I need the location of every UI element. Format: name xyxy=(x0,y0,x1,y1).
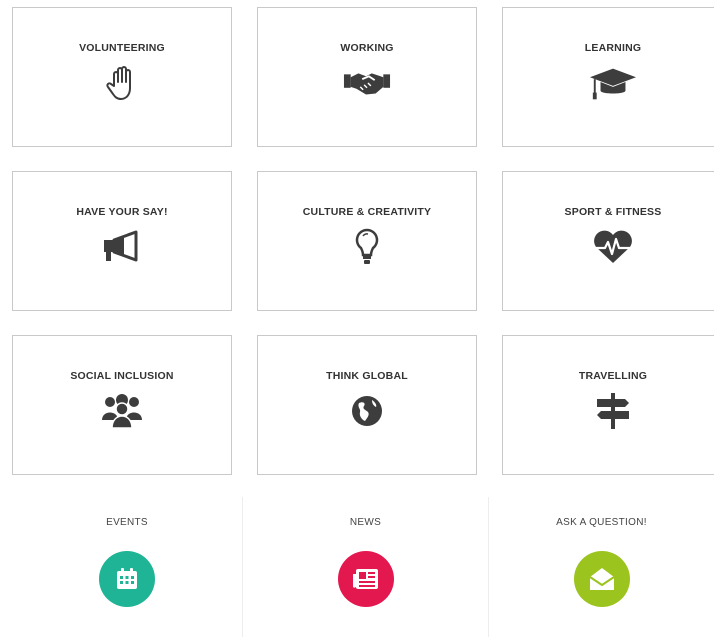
envelope-icon xyxy=(588,568,615,590)
tile-working[interactable]: WORKING xyxy=(257,7,477,147)
tile-learning[interactable]: LEARNING xyxy=(502,7,714,147)
lightbulb-icon xyxy=(343,227,391,267)
signpost-icon xyxy=(589,391,637,431)
tile-label: TRAVELLING xyxy=(578,370,648,382)
events-circle xyxy=(99,551,155,607)
news-circle xyxy=(337,551,394,607)
group-icon xyxy=(98,391,146,431)
tile-think-global[interactable]: THINK GLOBAL xyxy=(257,335,477,475)
events-label: EVENTS xyxy=(106,517,148,528)
tile-label: SPORT & FITNESS xyxy=(564,206,662,218)
newspaper-icon xyxy=(352,569,378,589)
tile-label: LEARNING xyxy=(584,42,642,54)
tile-label: HAVE YOUR SAY! xyxy=(76,206,168,218)
news-label: NEWS xyxy=(349,517,382,528)
tile-sport-fitness[interactable]: SPORT & FITNESS xyxy=(502,171,714,311)
news-link[interactable]: NEWS xyxy=(243,495,488,637)
tile-label: VOLUNTEERING xyxy=(79,42,165,54)
tile-travelling[interactable]: TRAVELLING xyxy=(502,335,714,475)
tile-have-your-say[interactable]: HAVE YOUR SAY! xyxy=(12,171,232,311)
megaphone-icon xyxy=(98,227,146,267)
tile-volunteering[interactable]: VOLUNTEERING xyxy=(12,7,232,147)
tile-culture-creativity[interactable]: CULTURE & CREATIVITY xyxy=(257,171,477,311)
events-link[interactable]: EVENTS xyxy=(12,495,242,637)
ask-question-label: ASK A QUESTION! xyxy=(556,517,647,528)
tile-label: WORKING xyxy=(340,42,394,54)
tile-label: CULTURE & CREATIVITY xyxy=(302,206,432,218)
graduation-cap-icon xyxy=(589,63,637,103)
ask-question-link[interactable]: ASK A QUESTION! xyxy=(489,495,714,637)
ask-question-circle xyxy=(573,551,630,607)
calendar-icon xyxy=(117,568,137,589)
globe-icon xyxy=(343,391,391,431)
handshake-icon xyxy=(343,63,391,103)
tile-label: THINK GLOBAL xyxy=(326,370,408,382)
tile-label: SOCIAL INCLUSION xyxy=(70,370,174,382)
tile-social-inclusion[interactable]: SOCIAL INCLUSION xyxy=(12,335,232,475)
heartbeat-icon xyxy=(589,227,637,267)
hand-icon xyxy=(98,63,146,103)
